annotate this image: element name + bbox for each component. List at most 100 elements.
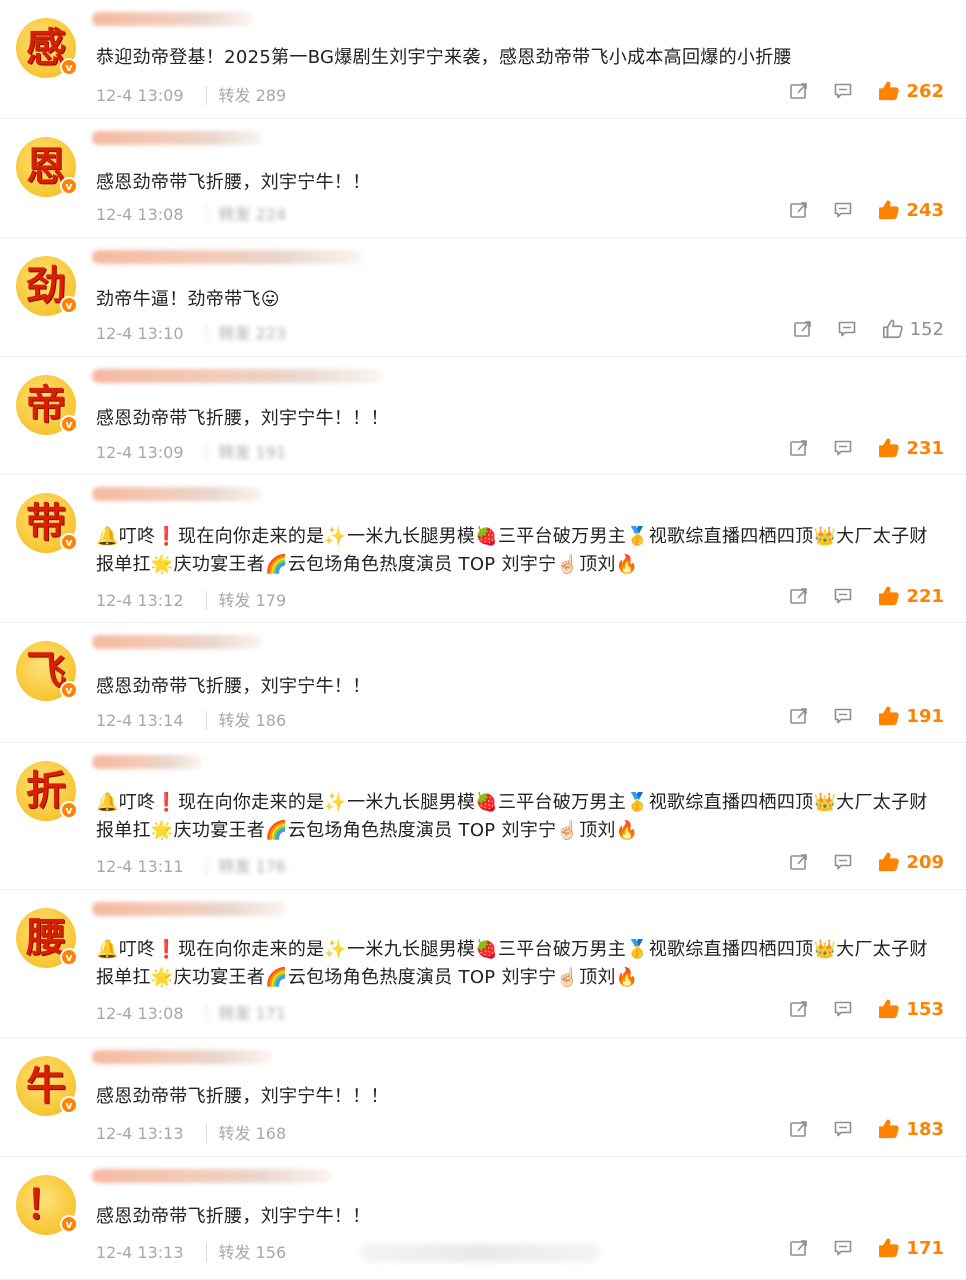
comment-actions: 153 [790, 998, 944, 1020]
comment-icon[interactable] [834, 1240, 852, 1256]
comment-icon[interactable] [838, 321, 856, 337]
share-icon[interactable] [790, 202, 808, 218]
comment-time: 12-4 13:12 [96, 591, 184, 610]
avatar[interactable]: 劲v [16, 256, 78, 316]
share-icon[interactable] [790, 1121, 808, 1137]
like-button[interactable]: 153 [878, 998, 944, 1020]
comment-icon[interactable] [834, 1121, 852, 1137]
comment-text: 🔔叮咚❗现在向你走来的是✨一米九长腿男模🍓三平台破万男主🥇视歌综直播四栖四顶👑大… [96, 526, 928, 575]
comment-item: 感 v 恭迎劲帝登基！2025第一BG爆剧生刘宇宁来袭，感恩劲帝带飞小成本高回爆的小… [0, 0, 966, 119]
share-icon[interactable] [790, 440, 808, 456]
comment-icon[interactable] [834, 440, 852, 456]
comment-time: 12-4 13:14 [96, 711, 184, 730]
username-blurred[interactable] [92, 1169, 332, 1183]
like-button[interactable]: 243 [878, 199, 944, 221]
comment-actions: 209 [790, 851, 944, 873]
comment-time: 12-4 13:08 [96, 205, 184, 224]
username-blurred[interactable] [92, 250, 362, 264]
share-icon[interactable] [790, 588, 808, 604]
comment-actions: 262 [790, 80, 944, 102]
username-blurred[interactable] [92, 12, 252, 26]
comment-meta: 12-4 13:08 转发 171 [96, 1000, 287, 1024]
like-button[interactable]: 152 [882, 318, 944, 340]
like-count: 191 [906, 705, 944, 727]
username-blurred[interactable] [92, 755, 202, 769]
repost-count[interactable]: 转发 168 [205, 1124, 287, 1143]
username-blurred[interactable] [92, 487, 262, 501]
like-count: 209 [906, 851, 944, 873]
username-blurred[interactable] [92, 1050, 272, 1064]
repost-count[interactable]: 转发 289 [205, 86, 287, 105]
avatar[interactable]: 帝v [16, 375, 78, 435]
repost-count[interactable]: 转发 179 [205, 591, 287, 610]
comment-icon[interactable] [834, 588, 852, 604]
avatar[interactable]: 带v [16, 493, 78, 553]
repost-count[interactable]: 转发 186 [205, 711, 287, 730]
thumbs-up-icon [882, 318, 904, 340]
username-blurred[interactable] [92, 902, 287, 916]
comment-actions: 152 [793, 318, 944, 340]
comment-icon[interactable] [834, 854, 852, 870]
comment-icon[interactable] [834, 708, 852, 724]
repost-count[interactable]: 转发 191 [205, 443, 287, 462]
share-icon[interactable] [793, 321, 812, 337]
comment-time: 12-4 13:11 [96, 857, 184, 876]
comment-item: 恩 v 感恩劲帝带飞折腰，刘宇宁牛！！ 12-4 13:08 转发 224 243 [0, 119, 966, 238]
like-button[interactable]: 171 [878, 1237, 944, 1259]
comment-text: 感恩劲帝带飞折腰，刘宇宁牛！！！ [96, 1086, 389, 1107]
like-button[interactable]: 209 [878, 851, 944, 873]
comment-text: 感恩劲帝带飞折腰，刘宇宁牛！！！ [96, 408, 389, 429]
avatar[interactable]: 恩v [16, 137, 78, 197]
username-blurred[interactable] [92, 635, 262, 649]
repost-count[interactable]: 转发 176 [205, 857, 287, 876]
like-button[interactable]: 221 [878, 585, 944, 607]
avatar[interactable]: 腰v [16, 908, 78, 968]
username-blurred[interactable] [92, 369, 382, 383]
share-icon[interactable] [790, 1240, 808, 1256]
repost-count[interactable]: 转发 224 [205, 205, 287, 224]
thumbs-up-icon [878, 80, 900, 102]
thumbs-up-icon [878, 851, 900, 873]
watermark [360, 1244, 600, 1262]
comment-icon[interactable] [834, 83, 852, 99]
share-icon[interactable] [790, 708, 808, 724]
repost-count[interactable]: 转发 223 [205, 324, 287, 343]
repost-count[interactable]: 转发 171 [205, 1004, 287, 1023]
like-count: 262 [906, 80, 944, 102]
verified-badge-icon: v [60, 1096, 78, 1114]
comment-icon[interactable] [834, 202, 852, 218]
share-icon[interactable] [790, 1001, 808, 1017]
comment-text: 劲帝牛逼！劲帝带飞😛 [96, 289, 280, 310]
verified-badge-icon: v [60, 533, 78, 551]
avatar[interactable]: 飞v [16, 641, 78, 701]
comment-feed: 感 v 恭迎劲帝登基！2025第一BG爆剧生刘宇宁来袭，感恩劲帝带飞小成本高回爆的小… [0, 0, 966, 1280]
like-count: 152 [909, 318, 944, 340]
thumbs-up-icon [878, 705, 900, 727]
verified-badge-icon: v [60, 681, 78, 699]
like-button[interactable]: 262 [878, 80, 944, 102]
thumbs-up-icon [878, 1237, 900, 1259]
verified-badge-icon: v [60, 177, 78, 195]
like-button[interactable]: 231 [878, 437, 944, 459]
like-button[interactable]: 183 [878, 1118, 944, 1140]
repost-count[interactable]: 转发 156 [205, 1243, 287, 1262]
avatar[interactable]: 牛v [16, 1056, 78, 1116]
share-icon[interactable] [790, 83, 808, 99]
comment-meta: 12-4 13:11 转发 176 [96, 853, 287, 877]
comment-text: 感恩劲帝带飞折腰，刘宇宁牛！！ [96, 676, 371, 697]
like-button[interactable]: 191 [878, 705, 944, 727]
share-icon[interactable] [790, 854, 808, 870]
comment-item: 腰 v 🔔叮咚❗现在向你走来的是✨一米九长腿男模🍓三平台破万男主🥇视歌综直播四栖四顶… [0, 890, 966, 1038]
comment-icon[interactable] [834, 1001, 852, 1017]
comment-actions: 231 [790, 437, 944, 459]
avatar[interactable]: 感v [16, 18, 78, 78]
comment-meta: 12-4 13:09 转发 289 [96, 82, 287, 106]
comment-meta: 12-4 13:14 转发 186 [96, 707, 287, 731]
avatar[interactable]: ！ v [16, 1175, 78, 1235]
verified-badge-icon: v [60, 296, 78, 314]
comment-meta: 12-4 13:08 转发 224 [96, 201, 287, 225]
username-blurred[interactable] [92, 131, 262, 145]
comment-time: 12-4 13:09 [96, 443, 184, 462]
avatar[interactable]: 折v [16, 761, 78, 821]
comment-meta: 12-4 13:12 转发 179 [96, 587, 287, 611]
